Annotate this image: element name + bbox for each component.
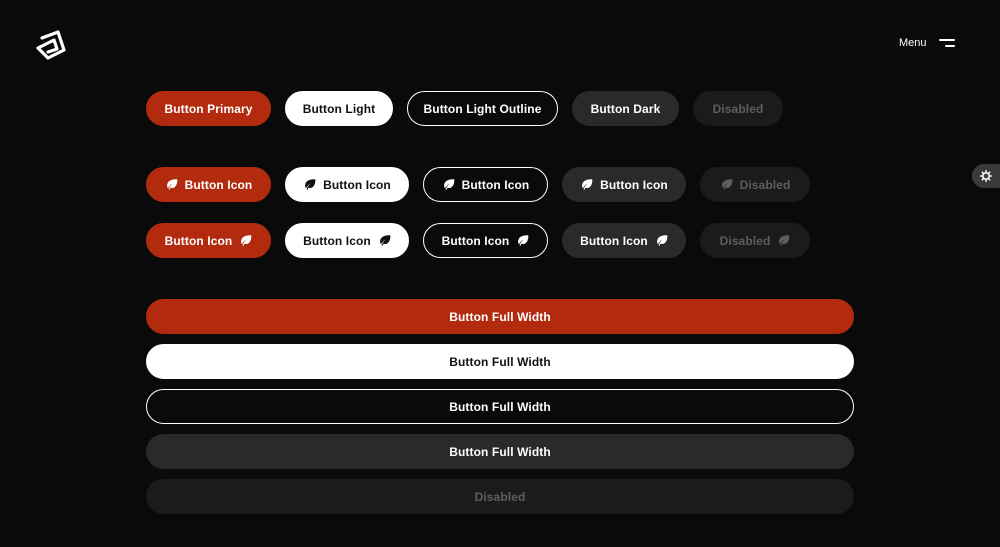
button-label: Button Icon [323,177,391,192]
menu-button[interactable]: Menu [899,37,955,49]
button-label: Button Icon [600,177,668,192]
button-full-width-dark[interactable]: Button Full Width [146,434,854,469]
logo-mark-icon[interactable] [34,28,68,62]
button-label: Disabled [712,101,764,116]
button-label: Button Light Outline [423,101,542,116]
button-light[interactable]: Button Light [285,91,393,126]
button-light-outline[interactable]: Button Light Outline [407,91,558,126]
button-label: Button Full Width [449,444,551,459]
button-icon-dark[interactable]: Button Icon [562,167,686,202]
button-full-width-outline[interactable]: Button Full Width [146,389,854,424]
button-full-width-light[interactable]: Button Full Width [146,344,854,379]
button-full-width-disabled: Disabled [146,479,854,514]
button-label: Button Icon [441,233,510,248]
button-primary[interactable]: Button Primary [146,91,271,126]
leaf-icon [777,234,790,247]
leaf-icon [239,234,252,247]
leaf-icon [378,234,391,247]
button-icon-outline[interactable]: Button Icon [423,167,548,202]
button-icon-trailing-light[interactable]: Button Icon [285,223,409,258]
leaf-icon [516,234,529,247]
button-icon-trailing-primary[interactable]: Button Icon [146,223,271,258]
button-label: Button Dark [590,101,661,116]
button-icon-trailing-disabled: Disabled [700,223,810,258]
leaf-icon [580,178,593,191]
button-icon-primary[interactable]: Button Icon [146,167,271,202]
button-dark[interactable]: Button Dark [572,91,679,126]
menu-label: Menu [899,37,927,49]
button-icon-trailing-outline[interactable]: Button Icon [423,223,548,258]
button-label: Button Full Width [449,399,551,414]
button-icon-light[interactable]: Button Icon [285,167,409,202]
settings-tab[interactable] [972,164,1000,188]
button-label: Button Icon [164,233,233,248]
leaf-icon [442,178,455,191]
button-disabled: Disabled [693,91,783,126]
gear-icon [980,170,992,182]
button-label: Disabled [474,489,526,504]
button-label: Disabled [739,177,791,192]
leaf-icon [720,178,733,191]
button-label: Button Full Width [449,309,551,324]
leaf-icon [165,178,178,191]
leaf-icon [303,178,316,191]
button-label: Button Icon [580,233,648,248]
button-label: Button Icon [303,233,371,248]
button-label: Disabled [719,233,771,248]
leaf-icon [655,234,668,247]
hamburger-icon [938,38,955,48]
button-icon-disabled: Disabled [700,167,810,202]
button-label: Button Primary [164,101,253,116]
button-label: Button Light [302,101,376,116]
button-label: Button Icon [184,177,253,192]
button-icon-trailing-dark[interactable]: Button Icon [562,223,686,258]
button-full-width-primary[interactable]: Button Full Width [146,299,854,334]
button-label: Button Icon [461,177,530,192]
button-label: Button Full Width [449,354,551,369]
